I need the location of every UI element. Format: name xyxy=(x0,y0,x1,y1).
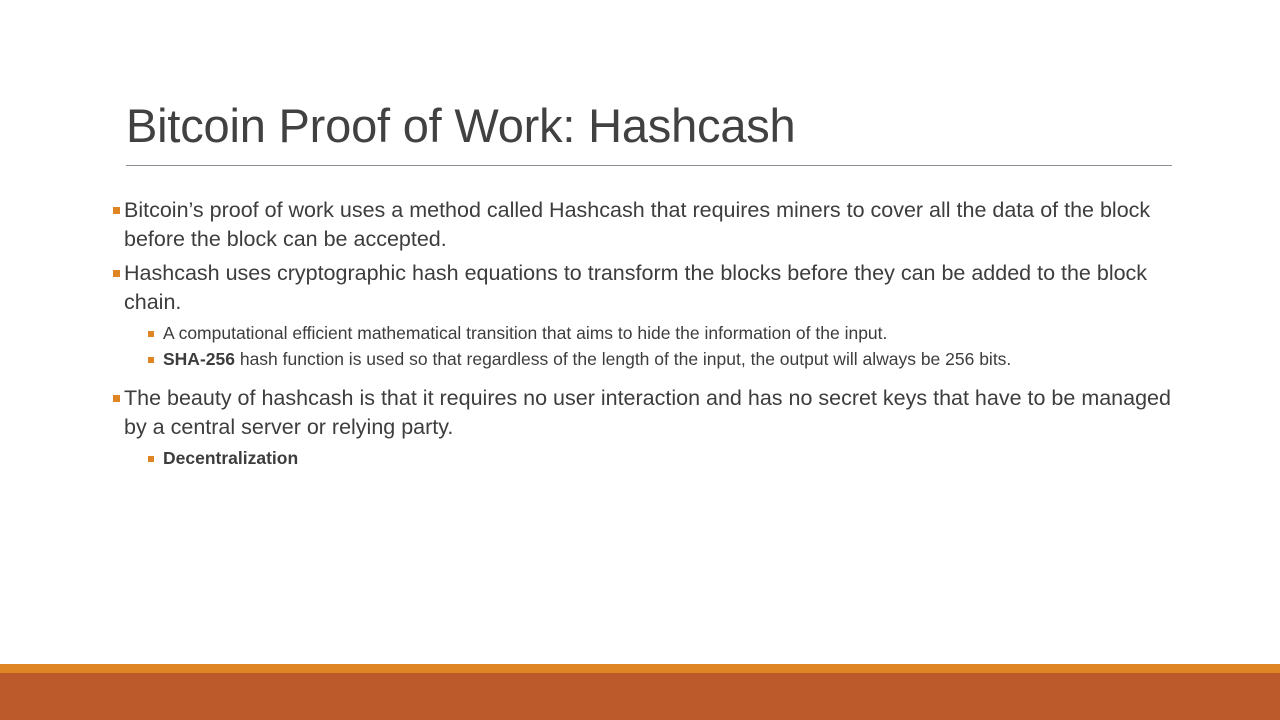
footer-band xyxy=(0,673,1280,720)
page-title: Bitcoin Proof of Work: Hashcash xyxy=(126,99,796,152)
sub-bullet-rest: hash function is used so that regardless… xyxy=(234,349,1012,370)
bullet-item: Bitcoin’s proof of work uses a method ca… xyxy=(113,196,1179,253)
sub-bullet-text: A computational efficient mathematical t… xyxy=(163,323,888,344)
title-divider xyxy=(126,164,1172,166)
sub-bullet-item: SHA-256 hash function is used so that re… xyxy=(148,348,1179,372)
sub-bullet-text: SHA-256 hash function is used so that re… xyxy=(163,348,1179,372)
bullet-text: The beauty of hashcash is that it requir… xyxy=(124,385,1171,439)
bullet-text: Hashcash uses cryptographic hash equatio… xyxy=(124,261,1148,314)
bullet-square-icon xyxy=(148,331,154,338)
bullet-square-icon xyxy=(148,456,154,463)
bullet-square-icon xyxy=(113,207,120,214)
bullet-item: The beauty of hashcash is that it requir… xyxy=(113,384,1179,441)
bullet-item: Hashcash uses cryptographic hash equatio… xyxy=(113,259,1179,316)
sub-bullet-bold-term: SHA-256 xyxy=(163,349,235,370)
sub-bullet-item: A computational efficient mathematical t… xyxy=(148,322,1179,346)
footer-accent-stripe xyxy=(0,664,1280,673)
sub-bullet-item: Decentralization xyxy=(148,447,1179,471)
bullet-square-icon xyxy=(113,394,120,402)
slide-body: Bitcoin’s proof of work uses a method ca… xyxy=(113,196,1179,473)
bullet-text: Bitcoin’s proof of work uses a method ca… xyxy=(124,198,1151,251)
presentation-slide: Bitcoin Proof of Work: Hashcash Bitcoin’… xyxy=(0,0,1280,720)
sub-bullet-bold-term: Decentralization xyxy=(163,448,299,469)
slide-title-block: Bitcoin Proof of Work: Hashcash xyxy=(126,99,1172,166)
bullet-square-icon xyxy=(113,270,120,278)
bullet-square-icon xyxy=(148,357,154,364)
sub-bullet-text: Decentralization xyxy=(163,447,1179,471)
